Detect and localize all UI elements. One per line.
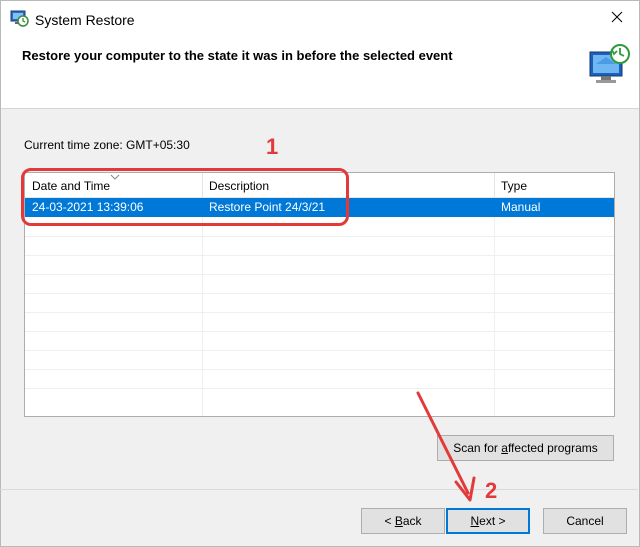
grid-line: [25, 369, 614, 370]
annotation-highlight-box: [21, 168, 349, 226]
system-restore-icon: [10, 10, 29, 27]
grid-line: [494, 217, 495, 416]
column-header-type[interactable]: Type: [494, 173, 614, 197]
cancel-button[interactable]: Cancel: [543, 508, 627, 534]
annotation-number-1: 1: [266, 134, 279, 159]
grid-line: [25, 236, 614, 237]
back-button[interactable]: < Back: [361, 508, 445, 534]
grid-line: [25, 255, 614, 256]
grid-line: [25, 331, 614, 332]
footer-separator: [0, 489, 638, 490]
grid-line: [25, 388, 614, 389]
header-text: Restore your computer to the state it wa…: [22, 48, 453, 63]
grid-line: [25, 350, 614, 351]
annotation-number-2: 2: [485, 478, 498, 503]
scan-affected-programs-button[interactable]: Scan for affected programs: [437, 435, 614, 461]
window-title: System Restore: [35, 12, 135, 28]
next-button[interactable]: Next >: [446, 508, 530, 534]
close-icon: [611, 11, 623, 23]
monitor-restore-icon: [589, 44, 630, 83]
cell-type: Manual: [501, 200, 541, 214]
grid-line: [25, 274, 614, 275]
close-button[interactable]: [595, 1, 639, 37]
grid-line: [202, 217, 203, 416]
grid-line: [25, 293, 614, 294]
header-panel: Restore your computer to the state it wa…: [1, 37, 639, 109]
timezone-label: Current time zone: GMT+05:30: [24, 138, 190, 152]
title-bar: System Restore: [1, 1, 639, 37]
grid-line: [25, 312, 614, 313]
